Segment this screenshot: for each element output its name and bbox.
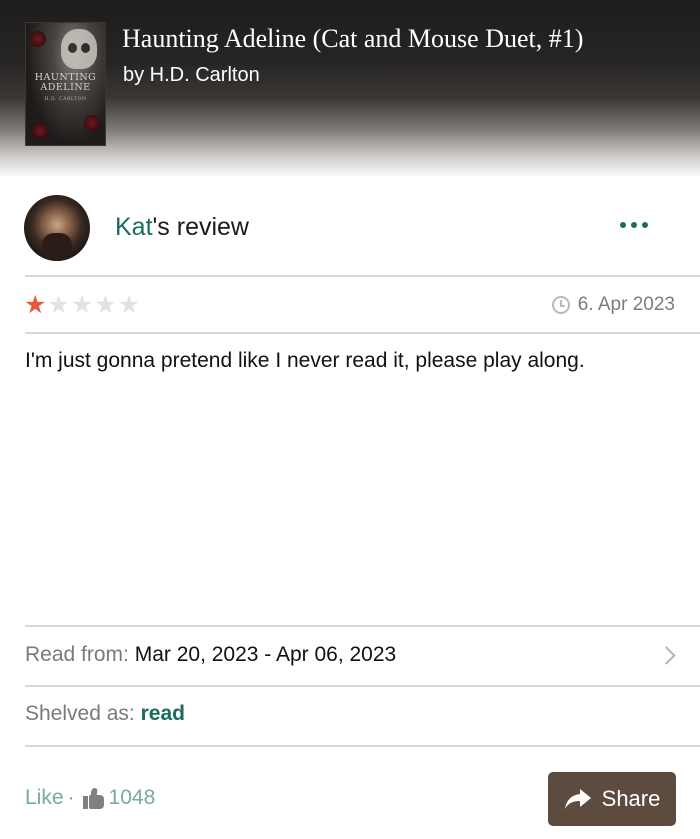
more-options-icon xyxy=(620,222,626,228)
more-options-button[interactable] xyxy=(614,213,654,237)
review-date: 6. Apr 2023 xyxy=(551,294,675,316)
book-author[interactable]: by H.D. Carlton xyxy=(123,64,260,87)
star-empty-icon: ★ xyxy=(70,291,94,319)
divider xyxy=(25,332,700,334)
read-dates-row[interactable]: Read from: Mar 20, 2023 - Apr 06, 2023 xyxy=(25,643,396,667)
shelf-row: Shelved as: read xyxy=(25,702,185,726)
share-label: Share xyxy=(601,786,661,811)
book-cover[interactable]: HAUNTING ADELINE H.D. CARLTON xyxy=(25,22,106,146)
avatar[interactable] xyxy=(24,195,90,261)
share-arrow-icon xyxy=(564,789,591,809)
shelved-label: Shelved as: xyxy=(25,702,135,725)
review-heading: Kat's review xyxy=(115,213,249,242)
star-empty-icon: ★ xyxy=(117,291,141,319)
book-title[interactable]: Haunting Adeline (Cat and Mouse Duet, #1… xyxy=(122,24,583,54)
like-button[interactable]: Like xyxy=(25,786,64,810)
star-empty-icon: ★ xyxy=(47,291,70,319)
read-dates-value: Mar 20, 2023 - Apr 06, 2023 xyxy=(134,643,397,666)
cover-title: HAUNTING ADELINE xyxy=(34,72,97,93)
star-rating: ★ ★ ★ ★ ★ xyxy=(24,292,140,318)
reviewer-row: Kat's review xyxy=(0,195,700,261)
thumbs-up-icon xyxy=(82,787,105,809)
star-empty-icon: ★ xyxy=(94,291,117,319)
reviewer-name-link[interactable]: Kat xyxy=(115,213,153,241)
like-row: Like · 1048 xyxy=(25,786,155,810)
shelf-link[interactable]: read xyxy=(141,702,185,725)
divider xyxy=(25,275,700,277)
book-header: HAUNTING ADELINE H.D. CARLTON Haunting A… xyxy=(0,0,700,178)
chevron-right-icon[interactable] xyxy=(660,646,674,666)
like-count[interactable]: 1048 xyxy=(109,786,156,810)
divider xyxy=(25,685,700,687)
star-filled-icon: ★ xyxy=(24,291,47,319)
divider xyxy=(25,625,700,627)
read-label: Read from: xyxy=(25,643,129,666)
cover-skull-art xyxy=(61,29,97,69)
review-text: I'm just gonna pretend like I never read… xyxy=(25,349,585,372)
cover-author: H.D. CARLTON xyxy=(44,97,87,102)
share-button[interactable]: Share xyxy=(548,772,676,826)
divider xyxy=(25,745,700,747)
review-heading-suffix: 's review xyxy=(152,213,249,241)
review-date-text: 6. Apr 2023 xyxy=(577,294,675,315)
clock-icon xyxy=(551,296,570,314)
like-separator: · xyxy=(67,786,75,809)
